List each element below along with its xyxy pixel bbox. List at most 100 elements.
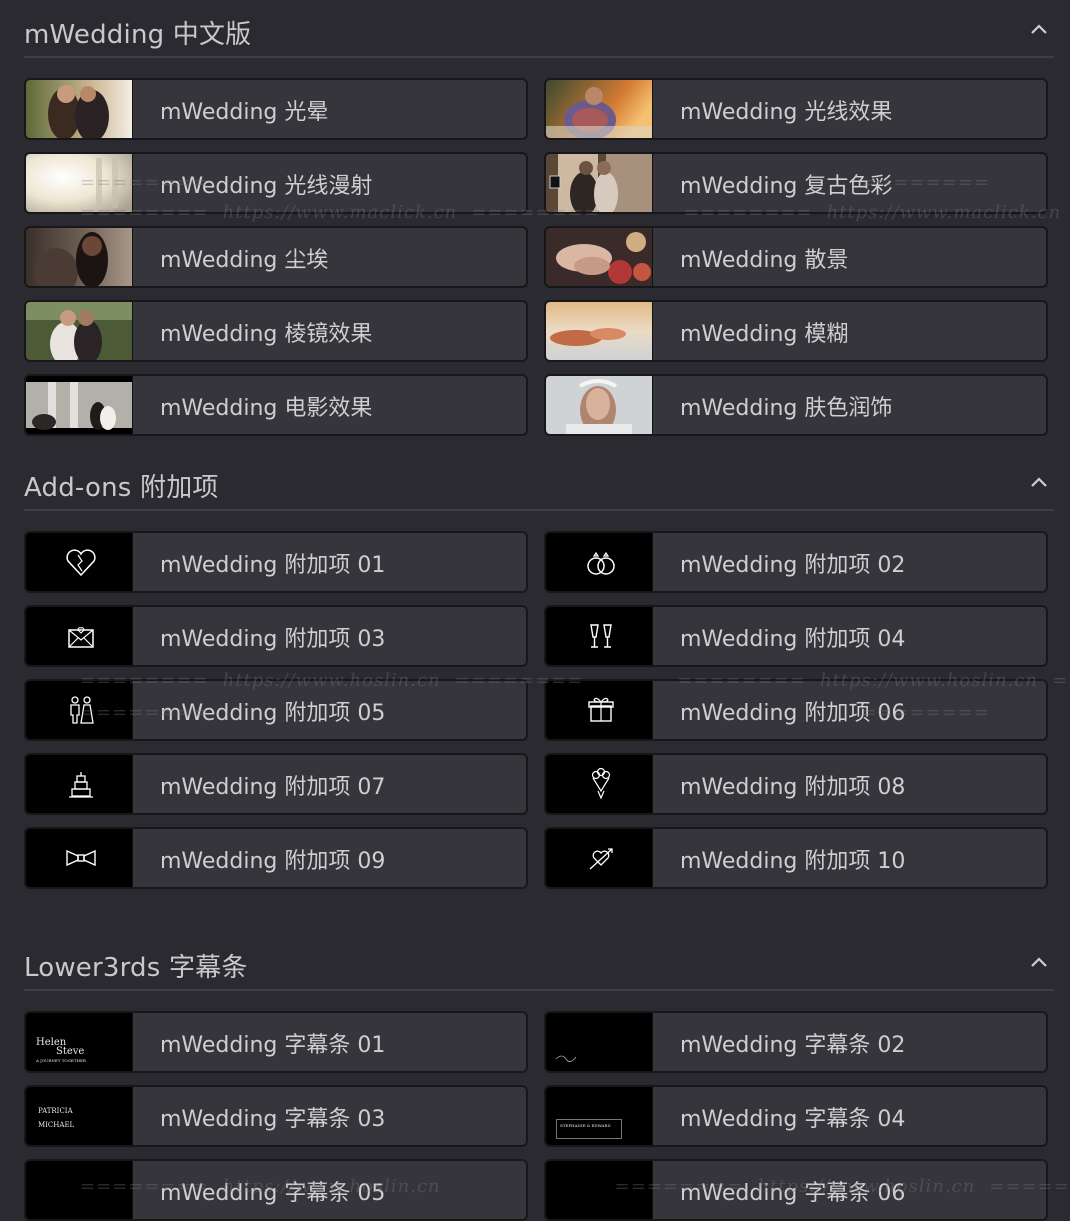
item-label: mWedding 字幕条 03 [160,1107,386,1132]
thumbnail-lower-third: Helen Steve A JOURNEY TOGETHER [26,1013,133,1071]
list-item[interactable]: mWedding 光线漫射 [24,152,528,214]
section-mwedding-cn: mWedding 中文版 mWedding 光晕 mWedding 光线效果 m… [24,0,1054,436]
item-label: mWedding 附加项 03 [160,627,386,652]
bow-tie-icon [66,849,96,867]
lower-third-name: PATRICIA [38,1107,73,1115]
list-item[interactable]: Helen Steve A JOURNEY TOGETHER mWedding … [24,1011,528,1073]
list-item[interactable]: mWedding 附加项 09 [24,827,528,889]
lower-third-name: STEPHANIE & EDWARD [560,1123,611,1128]
list-item[interactable]: mWedding 棱镜效果 [24,300,528,362]
list-item[interactable]: mWedding 附加项 07 [24,753,528,815]
list-item[interactable]: STEPHANIE & EDWARD mWedding 字幕条 04 [544,1085,1048,1147]
list-item[interactable]: mWedding 光晕 [24,78,528,140]
thumbnail-lower-third: STEPHANIE & EDWARD [546,1087,653,1145]
item-label: mWedding 肤色润饰 [680,396,893,421]
thumbnail-dust [26,228,133,286]
hearts-icon [66,549,96,577]
thumbnail-light-leaks [546,80,653,138]
item-label: mWedding 附加项 10 [680,849,906,874]
list-item[interactable]: mWedding 散景 [544,226,1048,288]
thumbnail-vintage [546,154,653,212]
section-header[interactable]: Lower3rds 字幕条 [24,933,1054,991]
chevron-up-icon[interactable] [1030,473,1048,491]
list-item[interactable]: mWedding 尘埃 [24,226,528,288]
item-label: mWedding 复古色彩 [680,174,893,199]
thumbnail-lower-third [546,1013,653,1071]
section-header[interactable]: mWedding 中文版 [24,0,1054,58]
item-label: mWedding 光线漫射 [160,174,373,199]
list-item[interactable]: mWedding 附加项 04 [544,605,1048,667]
item-label: mWedding 附加项 04 [680,627,906,652]
thumbnail-skin-retouch [546,376,653,434]
item-label: mWedding 光晕 [160,100,329,125]
cupid-arrow-icon [589,848,613,870]
section-title: Lower3rds 字幕条 [24,953,248,983]
thumbnail-lower-third: PATRICIA MICHAEL [26,1087,133,1145]
list-item[interactable]: PATRICIA MICHAEL mWedding 字幕条 03 [24,1085,528,1147]
thumbnail-addon [26,681,133,739]
list-item[interactable]: mWedding 字幕条 06 [544,1159,1048,1221]
list-item[interactable]: mWedding 附加项 03 [24,605,528,667]
section-title: Add-ons 附加项 [24,473,219,503]
thumbnail-addon [546,755,653,813]
couple-icon [70,696,94,724]
thumbnail-prism [26,302,133,360]
item-label: mWedding 附加项 07 [160,775,386,800]
section-add-ons: Add-ons 附加项 mWedding 附加项 01 mWedding 附加项… [24,453,1054,889]
list-item[interactable]: mWedding 附加项 06 [544,679,1048,741]
bouquet-icon [591,767,611,800]
champagne-glasses-icon [590,624,612,648]
thumbnail-addon [26,755,133,813]
thumbnail-lower-third [26,1161,133,1219]
item-label: mWedding 棱镜效果 [160,322,373,347]
list-item[interactable]: mWedding 模糊 [544,300,1048,362]
item-label: mWedding 附加项 01 [160,553,386,578]
section-title: mWedding 中文版 [24,20,252,50]
love-letter-icon [68,627,94,648]
list-item[interactable]: mWedding 附加项 05 [24,679,528,741]
list-item[interactable]: mWedding 附加项 10 [544,827,1048,889]
list-item[interactable]: mWedding 光线效果 [544,78,1048,140]
thumbnail-addon [26,533,133,591]
item-label: mWedding 字幕条 05 [160,1181,386,1206]
item-label: mWedding 尘埃 [160,248,329,273]
item-label: mWedding 字幕条 06 [680,1181,906,1206]
list-item[interactable]: mWedding 电影效果 [24,374,528,436]
section-header[interactable]: Add-ons 附加项 [24,453,1054,511]
thumbnail-glow [26,80,133,138]
lower-third-caption: A JOURNEY TOGETHER [36,1058,86,1063]
item-label: mWedding 附加项 02 [680,553,906,578]
list-item[interactable]: mWedding 字幕条 02 [544,1011,1048,1073]
wedding-cake-icon [69,772,93,798]
signature-graphic [555,1055,577,1062]
chevron-up-icon[interactable] [1030,953,1048,971]
item-label: mWedding 字幕条 02 [680,1033,906,1058]
list-item[interactable]: mWedding 复古色彩 [544,152,1048,214]
rings-icon [587,551,615,575]
item-label: mWedding 字幕条 04 [680,1107,906,1132]
item-label: mWedding 光线效果 [680,100,893,125]
list-item[interactable]: mWedding 附加项 08 [544,753,1048,815]
thumbnail-addon [546,829,653,887]
lower-third-box [556,1119,622,1139]
thumbnail-addon [546,533,653,591]
thumbnail-bokeh [546,228,653,286]
thumbnail-lower-third [546,1161,653,1219]
item-label: mWedding 散景 [680,248,849,273]
gift-icon [588,697,614,722]
item-label: mWedding 附加项 08 [680,775,906,800]
thumbnail-addon [26,829,133,887]
chevron-up-icon[interactable] [1030,20,1048,38]
list-item[interactable]: mWedding 附加项 01 [24,531,528,593]
item-label: mWedding 电影效果 [160,396,373,421]
list-item[interactable]: mWedding 附加项 02 [544,531,1048,593]
thumbnail-addon [546,681,653,739]
section-lower-thirds: Lower3rds 字幕条 Helen Steve A JOURNEY TOGE… [24,933,1054,1221]
thumbnail-cinematic [26,376,133,434]
watermark-dashes: ======== [1051,670,1070,691]
thumbnail-addon [26,607,133,665]
list-item[interactable]: mWedding 肤色润饰 [544,374,1048,436]
item-label: mWedding 附加项 05 [160,701,386,726]
list-item[interactable]: mWedding 字幕条 05 [24,1159,528,1221]
thumbnail-addon [546,607,653,665]
